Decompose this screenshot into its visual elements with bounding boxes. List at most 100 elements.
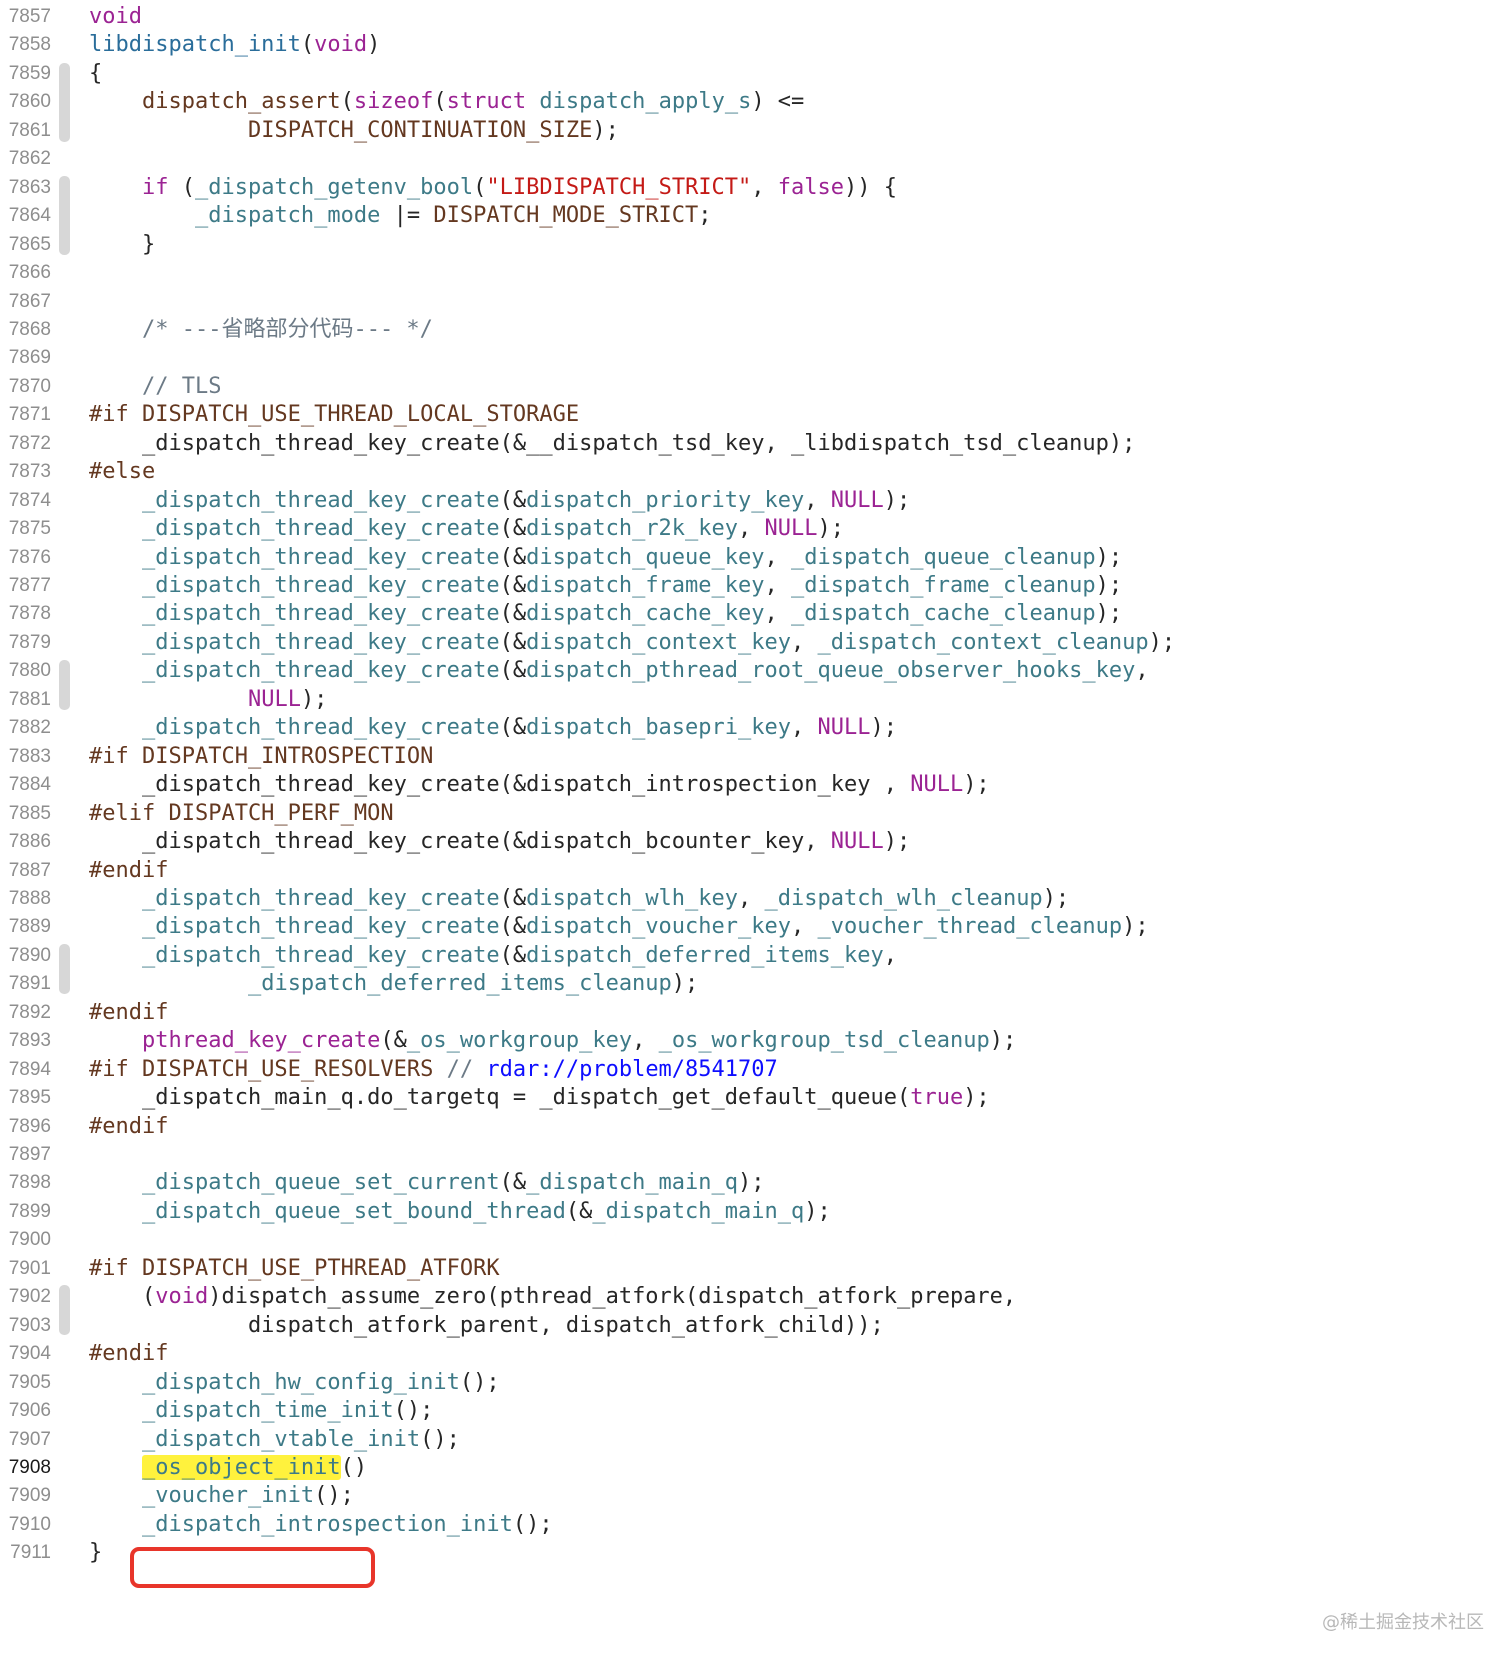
line-number: 7863	[8, 176, 51, 198]
code-line[interactable]: 7902 (void)dispatch_assume_zero(pthread_…	[0, 1282, 1512, 1312]
code-line[interactable]: 7884 _dispatch_thread_key_create(&dispat…	[0, 770, 1512, 800]
code-line[interactable]: 7895 _dispatch_main_q.do_targetq = _disp…	[0, 1083, 1512, 1113]
code-line[interactable]: 7900	[0, 1225, 1512, 1255]
code-text: _dispatch_thread_key_create(&dispatch_ca…	[89, 599, 1122, 629]
code-line[interactable]: 7897	[0, 1140, 1512, 1170]
code-line[interactable]: 7883 #if DISPATCH_INTROSPECTION	[0, 742, 1512, 772]
code-line[interactable]: 7870 // TLS	[0, 372, 1512, 402]
code-line[interactable]: 7861 DISPATCH_CONTINUATION_SIZE);	[0, 116, 1512, 146]
code-line[interactable]: 7885 #elif DISPATCH_PERF_MON	[0, 799, 1512, 829]
code-line[interactable]: 7910 _dispatch_introspection_init();	[0, 1510, 1512, 1540]
code-line[interactable]: 7882 _dispatch_thread_key_create(&dispat…	[0, 713, 1512, 743]
line-number: 7862	[8, 148, 51, 170]
code-line[interactable]: 7871 #if DISPATCH_USE_THREAD_LOCAL_STORAG…	[0, 400, 1512, 430]
code-token: _dispatch_queue_set_bound_thread	[141, 1198, 566, 1224]
code-line[interactable]: 7860 dispatch_assert(sizeof(struct dispa…	[0, 87, 1512, 117]
code-token: )) {	[844, 174, 898, 200]
code-line[interactable]: 7891 _dispatch_deferred_items_cleanup);	[0, 969, 1512, 999]
code-token: );	[804, 1198, 831, 1224]
code-line[interactable]: 7892 #endif	[0, 998, 1512, 1028]
code-line[interactable]: 7909 _voucher_init();	[0, 1481, 1512, 1511]
line-number: 7895	[8, 1087, 51, 1109]
code-token: ();	[512, 1511, 553, 1537]
code-token: ,	[791, 715, 818, 741]
code-line[interactable]: 7874 _dispatch_thread_key_create(&dispat…	[0, 486, 1512, 516]
code-token: (&	[499, 942, 527, 968]
code-token: _dispatch_thread_key_create	[141, 487, 500, 513]
code-line[interactable]: 7875 _dispatch_thread_key_create(&dispat…	[0, 514, 1512, 544]
code-token: _dispatch_thread_key_create	[141, 658, 500, 684]
line-number: 7899	[8, 1200, 51, 1222]
code-line[interactable]: 7898 _dispatch_queue_set_current(&_dispa…	[0, 1168, 1512, 1198]
code-line[interactable]: 7865 }	[0, 230, 1512, 260]
code-line[interactable]: 7888 _dispatch_thread_key_create(&dispat…	[0, 884, 1512, 914]
line-number: 7868	[8, 318, 51, 340]
code-text: (void)dispatch_assume_zero(pthread_atfor…	[89, 1282, 1016, 1312]
code-line[interactable]: 7887 #endif	[0, 856, 1512, 886]
code-text: dispatch_assert(sizeof(struct dispatch_a…	[89, 87, 804, 117]
code-line[interactable]: 7869	[0, 343, 1512, 373]
code-line[interactable]: 7872 _dispatch_thread_key_create(&__disp…	[0, 429, 1512, 459]
code-line[interactable]: 7867	[0, 287, 1512, 317]
code-line[interactable]: 7868 /* ---省略部分代码--- */	[0, 315, 1512, 345]
code-line[interactable]: 7876 _dispatch_thread_key_create(&dispat…	[0, 543, 1512, 573]
code-line[interactable]: 7877 _dispatch_thread_key_create(&dispat…	[0, 571, 1512, 601]
code-line[interactable]: 7896 #endif	[0, 1112, 1512, 1142]
code-line[interactable]: 7859 {	[0, 59, 1512, 89]
code-line[interactable]: 7866	[0, 258, 1512, 288]
code-line[interactable]: 7904 #endif	[0, 1339, 1512, 1369]
code-line[interactable]: 7857 void	[0, 2, 1512, 32]
code-line[interactable]: 7878 _dispatch_thread_key_create(&dispat…	[0, 599, 1512, 629]
code-line[interactable]: 7905 _dispatch_hw_config_init();	[0, 1368, 1512, 1398]
code-line[interactable]: 7889 _dispatch_thread_key_create(&dispat…	[0, 912, 1512, 942]
code-token: ,	[632, 1028, 659, 1054]
code-line[interactable]: 7879 _dispatch_thread_key_create(&dispat…	[0, 628, 1512, 658]
line-number: 7869	[8, 347, 51, 369]
code-line[interactable]: 7886 _dispatch_thread_key_create(&dispat…	[0, 827, 1512, 857]
line-number: 7885	[8, 802, 51, 824]
code-line[interactable]: 7899 _dispatch_queue_set_bound_thread(&_…	[0, 1197, 1512, 1227]
code-token: (&	[499, 885, 527, 911]
code-token: _dispatch_context_cleanup	[817, 629, 1149, 655]
line-number: 7896	[8, 1115, 51, 1137]
code-token: );	[1095, 573, 1123, 598]
code-token: ,	[791, 914, 818, 940]
line-number: 7905	[8, 1371, 51, 1393]
code-token: (	[473, 174, 487, 200]
code-line[interactable]: 7880 _dispatch_thread_key_create(&dispat…	[0, 656, 1512, 686]
code-text: #if DISPATCH_USE_THREAD_LOCAL_STORAGE	[89, 400, 579, 430]
code-token: (	[433, 89, 447, 115]
code-line[interactable]: 7863 if (_dispatch_getenv_bool("LIBDISPA…	[0, 173, 1512, 203]
source-editor[interactable]: 7857 void 7858 libdispatch_init(void) 7859{7…	[0, 0, 1512, 1664]
code-token: dispatch_basepri_key	[526, 715, 792, 741]
code-token: );	[1095, 544, 1123, 570]
code-token: _dispatch_thread_key_create	[141, 885, 500, 911]
code-text: }	[89, 230, 155, 260]
code-text: _dispatch_hw_config_init();	[89, 1368, 500, 1398]
code-line[interactable]: 7908 _os_object_init()	[0, 1453, 1512, 1483]
code-line[interactable]: 7881 NULL);	[0, 685, 1512, 715]
code-token: );	[817, 516, 845, 542]
code-line[interactable]: 7864 _dispatch_mode |= DISPATCH_MODE_STR…	[0, 201, 1512, 231]
code-line[interactable]: 7903 dispatch_atfork_parent, dispatch_at…	[0, 1311, 1512, 1341]
code-line[interactable]: 7907 _dispatch_vtable_init();	[0, 1425, 1512, 1455]
code-line[interactable]: 7890 _dispatch_thread_key_create(&dispat…	[0, 941, 1512, 971]
code-line[interactable]: 7862	[0, 144, 1512, 174]
code-line[interactable]: 7894 #if DISPATCH_USE_RESOLVERS // rdar:/…	[0, 1055, 1512, 1085]
code-line[interactable]: 7858 libdispatch_init(void)	[0, 30, 1512, 60]
code-line[interactable]: 7893 pthread_key_create(&_os_workgroup_k…	[0, 1026, 1512, 1056]
code-token: #endif	[89, 1113, 169, 1139]
line-number: 7872	[8, 432, 51, 454]
code-line[interactable]: 7906 _dispatch_time_init();	[0, 1396, 1512, 1426]
code-line[interactable]: 7901 #if DISPATCH_USE_PTHREAD_ATFORK	[0, 1254, 1512, 1284]
code-token: "LIBDISPATCH_STRICT"	[486, 174, 752, 200]
code-token: _dispatch_frame_cleanup	[791, 573, 1096, 598]
code-line[interactable]: 7873 #else	[0, 457, 1512, 487]
